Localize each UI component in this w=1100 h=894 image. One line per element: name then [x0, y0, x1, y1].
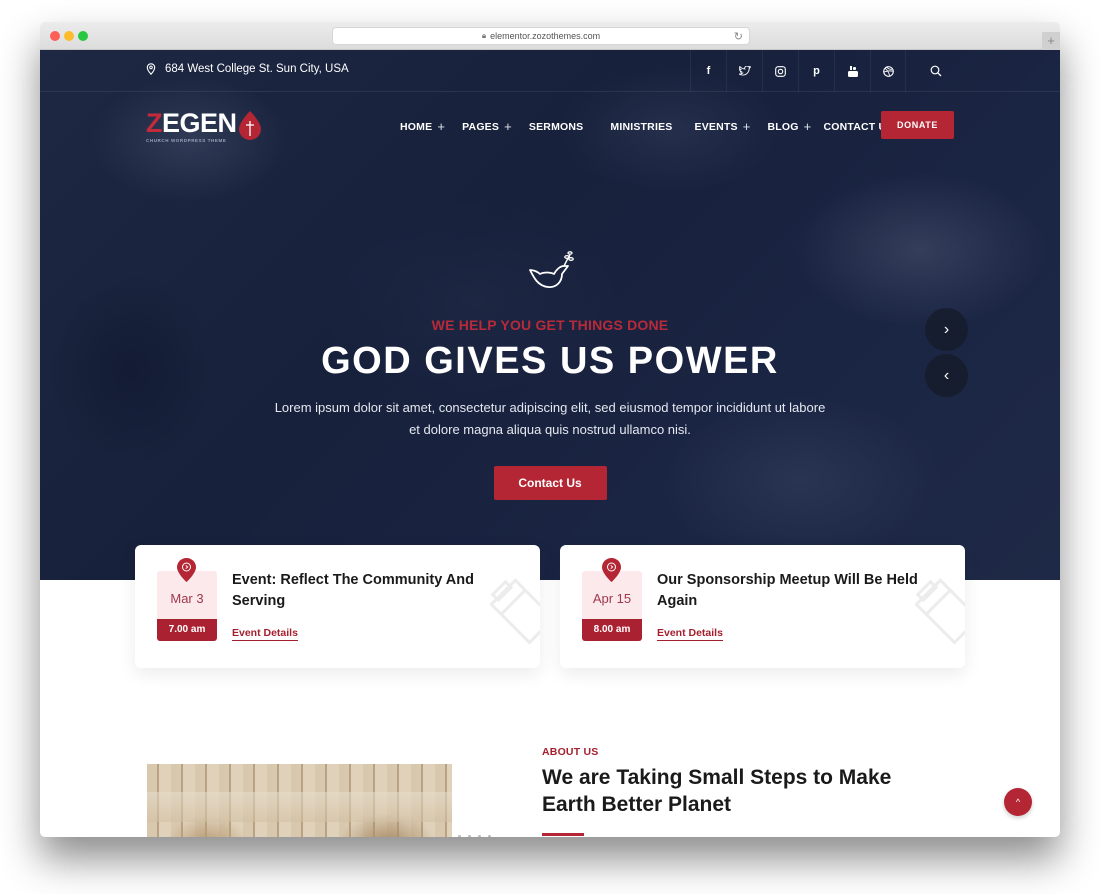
hero-section: 684 West College St. Sun City, USA f p Z… — [40, 50, 1060, 580]
ticket-icon — [490, 578, 540, 645]
about-divider — [542, 833, 584, 836]
nav-pages[interactable]: PAGES + — [462, 119, 512, 134]
search-icon[interactable] — [925, 60, 947, 82]
contact-us-button[interactable]: Contact Us — [493, 466, 607, 500]
dove-icon — [529, 251, 574, 288]
address-info: 684 West College St. Sun City, USA — [146, 63, 349, 75]
nav-sermons[interactable]: SERMONS — [529, 121, 584, 133]
youtube-icon[interactable] — [834, 50, 870, 92]
event-time: 7.00 am — [157, 619, 217, 641]
minimize-window-button[interactable] — [64, 31, 74, 41]
cross-drop-icon — [239, 111, 261, 140]
slider-next-button[interactable]: › — [925, 308, 968, 351]
browser-window: 🔒︎ elementor.zozothemes.com ↻ + 684 West… — [40, 22, 1060, 837]
ticket-icon — [915, 578, 965, 645]
facebook-icon[interactable]: f — [690, 50, 726, 92]
expand-plus-icon: + — [437, 119, 446, 134]
hero-kicker: WE HELP YOU GET THINGS DONE — [431, 317, 669, 333]
nav-events[interactable]: EVENTS + — [694, 119, 750, 134]
address-bar[interactable]: 🔒︎ elementor.zozothemes.com ↻ — [332, 27, 750, 45]
logo-tagline: CHURCH WORDPRESS THEME — [146, 138, 227, 143]
url-text: elementor.zozothemes.com — [490, 31, 601, 41]
event-day: Apr 15 — [592, 591, 632, 606]
expand-plus-icon: + — [504, 119, 512, 134]
logo-wordmark: ZEGEN — [146, 108, 237, 138]
screen: 🔒︎ elementor.zozothemes.com ↻ + 684 West… — [0, 0, 1100, 894]
main-navbar: ZEGEN CHURCH WORDPRESS THEME HOME + PAGES… — [40, 92, 1060, 162]
nav-ministries[interactable]: MINISTRIES — [610, 121, 672, 133]
chevron-left-icon: ‹ — [943, 366, 950, 384]
new-tab-button[interactable]: + — [1042, 32, 1060, 50]
primary-menu: HOME + PAGES + SERMONS MINISTRIES EVENTS + … — [400, 119, 911, 134]
map-pin-icon — [177, 558, 196, 582]
event-title[interactable]: Event: Reflect The Community And Serving — [232, 570, 502, 612]
event-details-link[interactable]: Event Details — [657, 627, 723, 641]
about-title: We are Taking Small Steps to Make Earth … — [542, 766, 892, 816]
nav-home[interactable]: HOME + — [400, 119, 445, 134]
hero-headline: GOD GIVES US POWER — [321, 340, 779, 382]
twitter-icon[interactable] — [726, 50, 762, 92]
event-time: 8.00 am — [582, 619, 642, 641]
close-window-button[interactable] — [50, 31, 60, 41]
location-pin-icon — [146, 63, 156, 75]
scroll-to-top-button[interactable]: ^ — [1004, 788, 1032, 816]
event-title[interactable]: Our Sponsorship Meetup Will Be Held Agai… — [657, 570, 927, 612]
expand-plus-icon: + — [803, 119, 812, 134]
top-bar: 684 West College St. Sun City, USA f p — [40, 50, 1060, 92]
site-logo[interactable]: ZEGEN CHURCH WORDPRESS THEME — [146, 108, 261, 143]
social-links: f p — [690, 50, 906, 92]
reload-icon[interactable]: ↻ — [734, 30, 743, 43]
about-church-image — [147, 764, 452, 837]
hero-slide: WE HELP YOU GET THINGS DONE GOD GIVES US… — [40, 250, 1060, 500]
pinterest-icon[interactable]: p — [798, 50, 834, 92]
slider-prev-button[interactable]: ‹ — [925, 354, 968, 397]
nav-blog[interactable]: BLOG + — [768, 119, 812, 134]
address-text: 684 West College St. Sun City, USA — [165, 63, 349, 75]
event-card: Apr 15 8.00 am Our Sponsorship Meetup Wi… — [560, 545, 965, 668]
event-details-link[interactable]: Event Details — [232, 627, 298, 641]
expand-plus-icon: + — [742, 119, 751, 134]
map-pin-icon — [602, 558, 621, 582]
instagram-icon[interactable] — [762, 50, 798, 92]
zoom-window-button[interactable] — [78, 31, 88, 41]
hero-description: Lorem ipsum dolor sit amet, consectetur … — [274, 400, 826, 437]
event-card: Mar 3 7.00 am Event: Reflect The Communi… — [135, 545, 540, 668]
about-kicker: ABOUT US — [542, 746, 599, 758]
browser-toolbar: 🔒︎ elementor.zozothemes.com ↻ + — [40, 22, 1060, 50]
donate-button[interactable]: DONATE — [881, 111, 954, 139]
chevron-right-icon: › — [943, 320, 950, 338]
decorative-dots — [458, 835, 491, 837]
event-day: Mar 3 — [170, 591, 204, 606]
dribbble-icon[interactable] — [870, 50, 906, 92]
chevron-up-icon: ^ — [1015, 797, 1021, 807]
lock-icon: 🔒︎ — [481, 31, 487, 40]
